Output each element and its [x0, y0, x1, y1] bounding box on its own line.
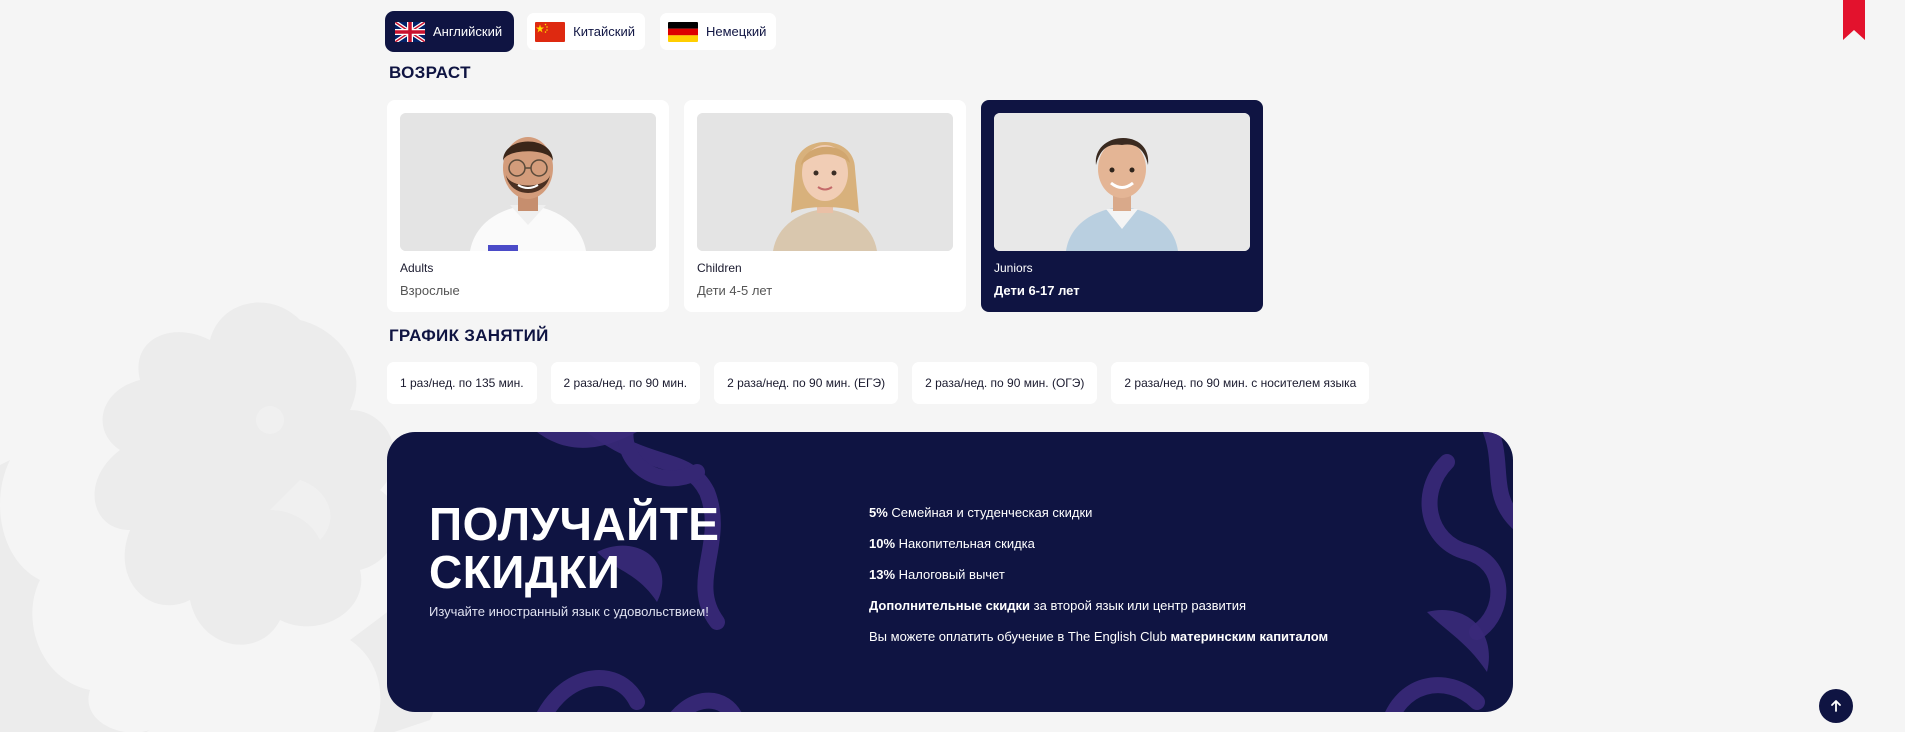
age-card-name: Juniors: [994, 261, 1033, 275]
schedule-option[interactable]: 2 раза/нед. по 90 мин.: [550, 362, 701, 404]
language-label: Немецкий: [706, 24, 767, 39]
language-tab-chinese[interactable]: Китайский: [527, 13, 645, 50]
promo-subtitle: Изучайте иностранный язык с удовольствие…: [429, 604, 709, 619]
age-cards: Adults Взрослые Children Дети 4-5 лет Ju…: [387, 100, 1263, 312]
language-label: Китайский: [573, 24, 635, 39]
promo-title-line: СКИДКИ: [429, 546, 621, 598]
discount-item: 5% Семейная и студенческая скидки: [869, 505, 1093, 520]
age-card-name: Adults: [400, 261, 434, 275]
age-card-juniors[interactable]: Juniors Дети 6-17 лет: [981, 100, 1263, 312]
bookmark-icon[interactable]: [1843, 0, 1865, 40]
arrow-up-icon: [1831, 700, 1841, 712]
discount-item-maternity-capital: Вы можете оплатить обучение в The Englis…: [869, 629, 1329, 644]
promo-title-line: ПОЛУЧАЙТЕ: [429, 498, 720, 550]
discount-item: 13% Налоговый вычет: [869, 567, 1005, 582]
scroll-to-top-button[interactable]: [1819, 689, 1853, 723]
discount-list: 5% Семейная и студенческая скидки 10% На…: [869, 504, 1328, 659]
language-tab-english[interactable]: Английский: [387, 13, 513, 50]
child-girl-photo: [697, 113, 953, 251]
schedule-option[interactable]: 2 раза/нед. по 90 мин. (ОГЭ): [912, 362, 1098, 404]
promo-title: ПОЛУЧАЙТЕ СКИДКИ: [429, 500, 719, 596]
china-flag-icon: [535, 21, 566, 42]
age-card-children[interactable]: Children Дети 4-5 лет: [684, 100, 966, 312]
language-tab-german[interactable]: Немецкий: [660, 13, 777, 50]
discounts-banner: ПОЛУЧАЙТЕ СКИДКИ Изучайте иностранный яз…: [387, 432, 1513, 712]
schedule-option[interactable]: 1 раз/нед. по 135 мин.: [387, 362, 537, 404]
language-label: Английский: [433, 24, 503, 39]
schedule-option[interactable]: 2 раза/нед. по 90 мин. (ЕГЭ): [714, 362, 899, 404]
age-card-desc: Дети 4-5 лет: [697, 283, 773, 298]
language-tabs: Английский Китайский Немецкий: [387, 13, 777, 50]
discount-item: Дополнительные скидки за второй язык или…: [869, 598, 1247, 613]
schedule-options: 1 раз/нед. по 135 мин. 2 раза/нед. по 90…: [387, 362, 1370, 404]
discount-item: 10% Накопительная скидка: [869, 536, 1035, 551]
age-section-title: ВОЗРАСТ: [389, 63, 471, 82]
age-card-name: Children: [697, 261, 742, 275]
uk-flag-icon: [395, 21, 425, 42]
schedule-option[interactable]: 2 раза/нед. по 90 мин. с носителем языка: [1111, 362, 1370, 404]
age-card-desc: Дети 6-17 лет: [994, 283, 1080, 298]
schedule-section-title: ГРАФИК ЗАНЯТИЙ: [389, 326, 549, 345]
junior-boy-photo: [994, 113, 1250, 251]
adult-man-photo: [400, 113, 656, 251]
age-card-desc: Взрослые: [400, 283, 460, 298]
germany-flag-icon: [668, 21, 698, 42]
age-card-adults[interactable]: Adults Взрослые: [387, 100, 669, 312]
